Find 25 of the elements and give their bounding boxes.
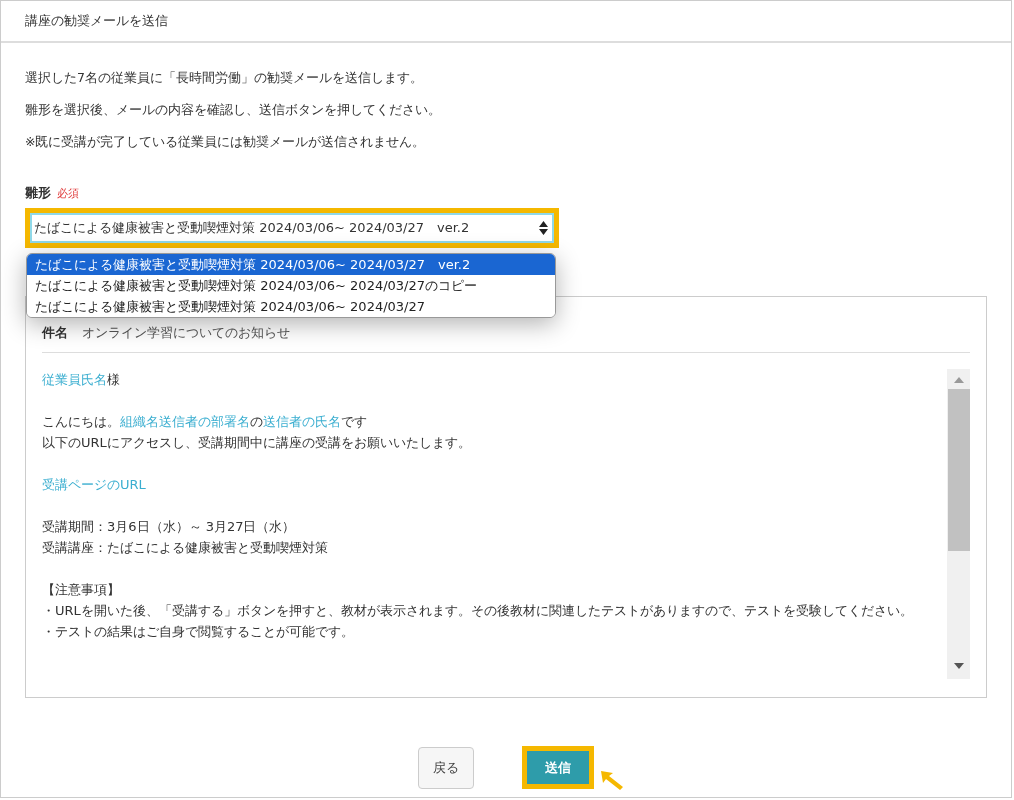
merge-field: 受講ページのURL — [42, 477, 146, 492]
dropdown-option[interactable]: たばこによる健康被害と受動喫煙対策 2024/03/06~ 2024/03/27 — [27, 296, 555, 317]
mail-text-line: 【注意事項】 — [42, 581, 121, 599]
dropdown-option[interactable]: たばこによる健康被害と受動喫煙対策 2024/03/06~ 2024/03/27のコピー — [27, 275, 555, 296]
mail-text-line: 以下のURLにアクセスし、受講期間中に講座の受講をお願いいたします。 — [42, 434, 472, 452]
field-label: 雛形 — [25, 185, 51, 202]
required-label: 必須 — [57, 186, 79, 201]
subject-text: オンライン学習についてのお知らせ — [82, 324, 290, 342]
mail-text-line: ・URLを開いた後、「受講する」ボタンを押すと、教材が表示されます。その後教材に関連したテストがありますので、テストを受験してください。 — [42, 602, 914, 620]
merge-field: 従業員氏名 — [42, 372, 107, 387]
mail-text-line: 受講期間：3月6日（水）～ 3月27日（水） — [42, 518, 297, 536]
mail-text-line: こんにちは。組織名送信者の部署名の送信者の氏名 です — [42, 413, 368, 431]
dialog-title: 講座の勧奨メールを送信 — [25, 12, 168, 30]
template-select[interactable]: たばこによる健康被害と受動喫煙対策 2024/03/06~ 2024/03/27 ver.2 — [25, 208, 559, 248]
instruction-text: ※既に受講が完了している従業員には勧奨メールが送信されません。 — [25, 133, 427, 151]
back-button[interactable]: 戻る — [418, 746, 474, 789]
mail-text-line: 従業員氏名様 — [42, 371, 121, 389]
merge-field: 組織名送信者の部署名 — [120, 414, 250, 429]
instruction-text: 選択した7名の従業員に「長時間労働」の勧奨メールを送信します。 — [25, 69, 424, 87]
merge-field: 送信者の氏名 — [263, 414, 341, 429]
subject-label: 件名 — [42, 324, 68, 342]
mail-text-line: ・テストの結果はご自身で閲覧することが可能です。 — [42, 623, 355, 641]
mail-text-line: 受講講座：たばこによる健康被害と受動喫煙対策 — [42, 539, 329, 557]
instruction-text: 雛形を選択後、メールの内容を確認し、送信ボタンを押してください。 — [25, 101, 442, 119]
dropdown-option[interactable]: たばこによる健康被害と受動喫煙対策 2024/03/06~ 2024/03/27 ver.2 — [27, 254, 555, 275]
